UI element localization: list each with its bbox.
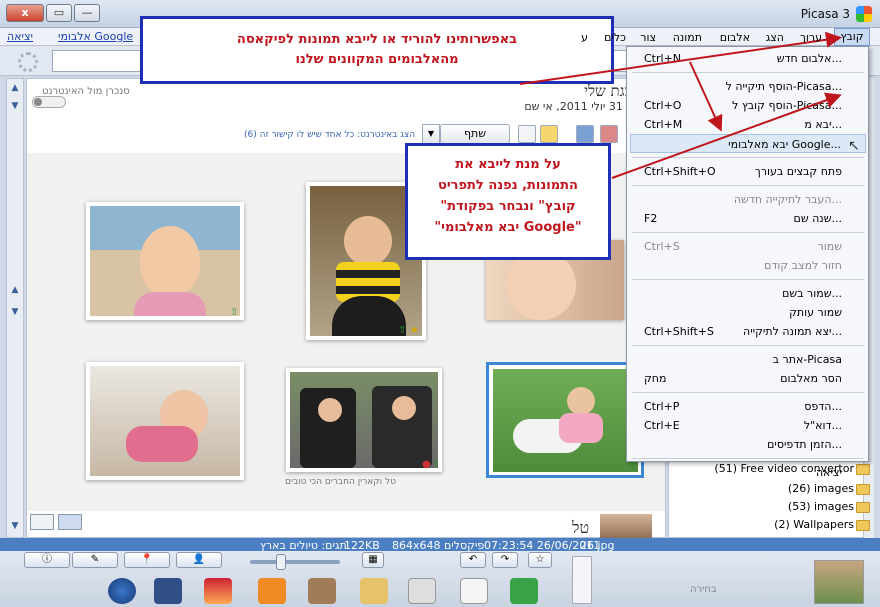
- menu-item[interactable]: כלים: [604, 31, 626, 44]
- menu-item[interactable]: תמונה: [673, 31, 702, 44]
- arrow-to-file-menu: [519, 31, 842, 85]
- annotation-arrows: [519, 31, 842, 179]
- mouse-cursor-icon: ↖: [848, 138, 860, 154]
- menu-item[interactable]: ע: [581, 31, 588, 44]
- arrow-to-import-item: [611, 92, 842, 179]
- menu-item[interactable]: הצג: [766, 31, 784, 44]
- menu-item[interactable]: אלבום: [720, 31, 750, 44]
- arrow-down: [689, 61, 723, 132]
- menu-item[interactable]: ערוך: [800, 31, 822, 44]
- menu-item[interactable]: צור: [640, 31, 656, 44]
